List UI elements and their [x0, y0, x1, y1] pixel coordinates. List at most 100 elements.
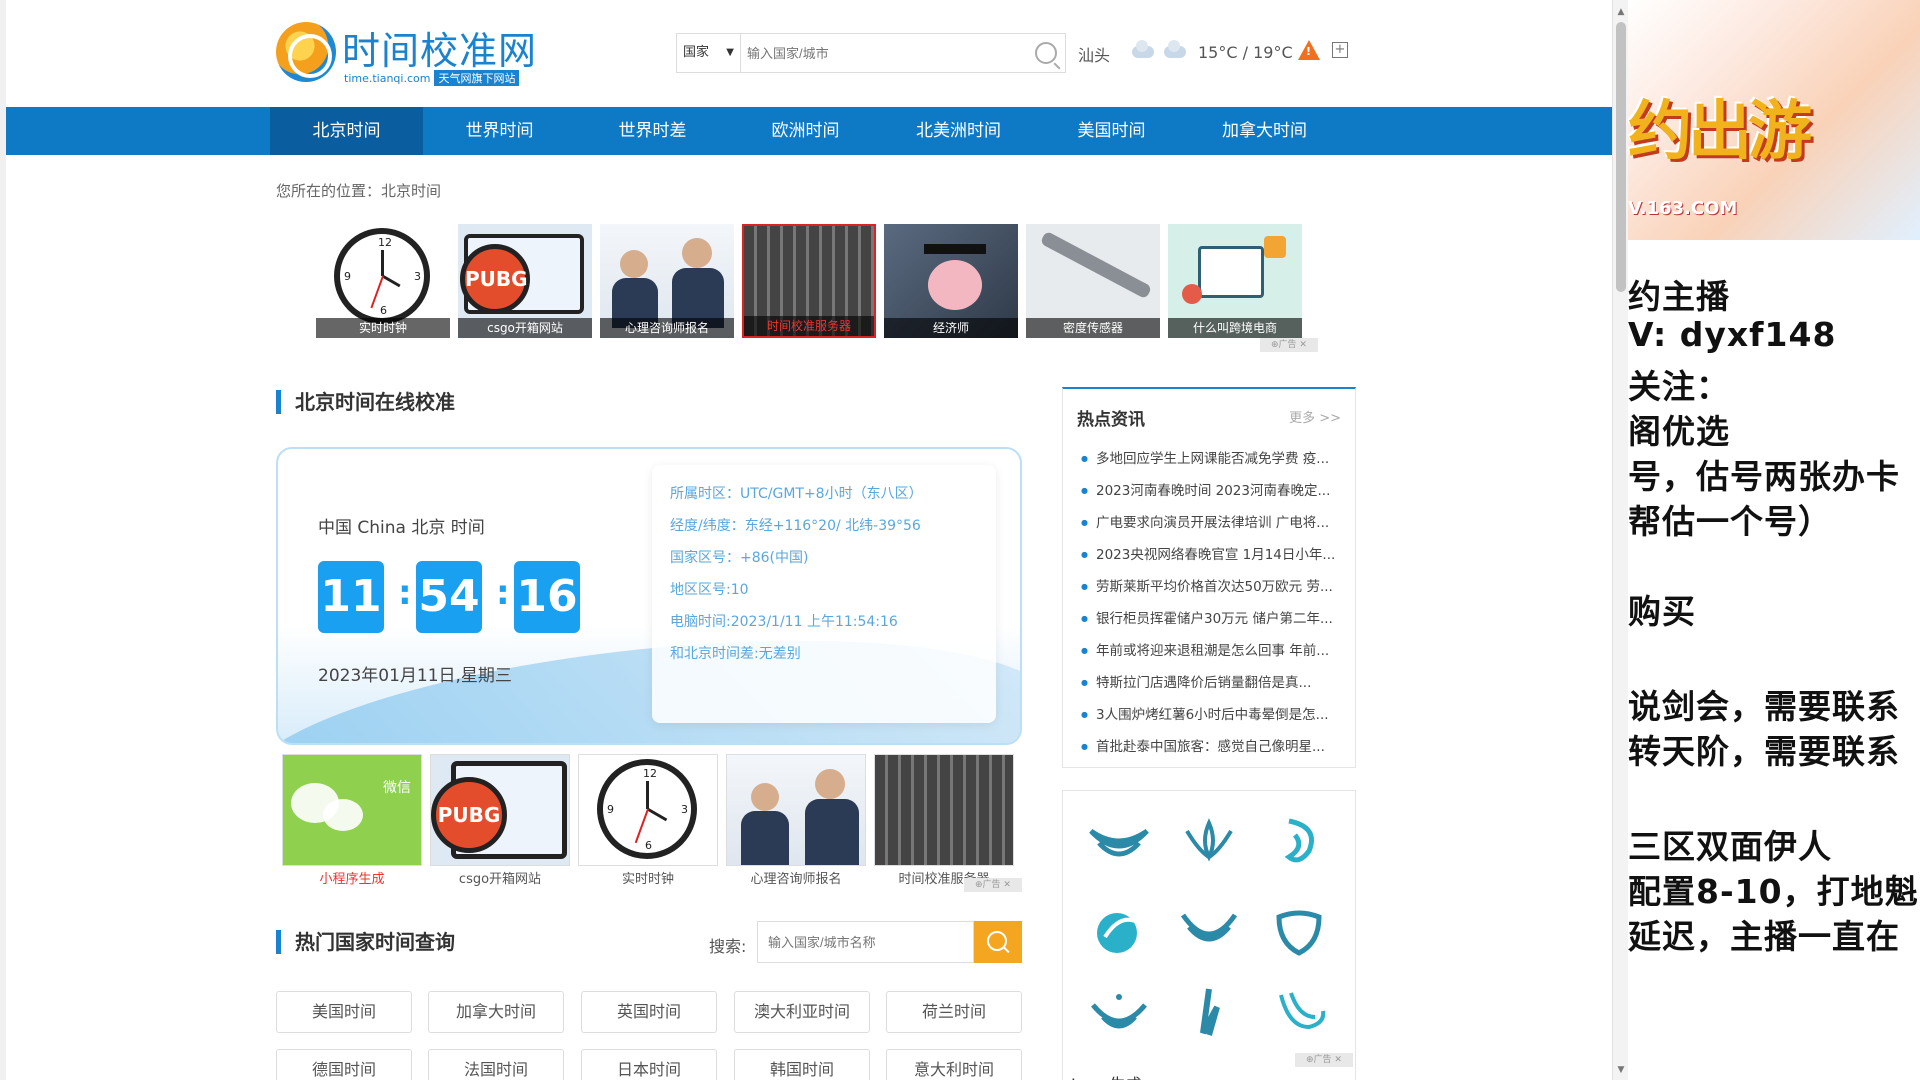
add-icon[interactable]: + — [1332, 42, 1348, 58]
game-banner[interactable]: 约出游 V.163.COM — [1628, 0, 1920, 240]
search-button[interactable] — [974, 921, 1022, 963]
thumb-server[interactable]: 时间校准服务器 — [742, 224, 876, 338]
thumb-caption[interactable]: csgo开箱网站 — [430, 868, 570, 887]
cloud-icon — [1164, 40, 1186, 58]
thumb-sensor[interactable]: 密度传感器 — [1026, 224, 1160, 338]
news-item[interactable]: 2023河南春晚时间 2023河南春晚定... — [1081, 479, 1343, 499]
stream-text-line: 配置8-10，打地魁 — [1628, 872, 1919, 911]
nav-item-canada[interactable]: 加拿大时间 — [1188, 107, 1341, 155]
news-item[interactable]: 多地回应学生上网课能否减免学费 疫... — [1081, 447, 1343, 467]
wing-logo-icon — [1089, 828, 1149, 857]
nav-item-world[interactable]: 世界时间 — [423, 107, 576, 155]
graduation-cap-icon — [924, 244, 986, 254]
section-title-countries: 热门国家时间查询 — [276, 930, 455, 954]
scroll-up-arrow-icon[interactable]: ▲ — [1613, 4, 1629, 20]
country-netherlands[interactable]: 荷兰时间 — [886, 991, 1022, 1033]
main-nav: 北京时间 世界时间 世界时差 欧洲时间 北美洲时间 美国时间 加拿大时间 — [6, 107, 1612, 155]
country-select-value: 国家 — [683, 45, 710, 60]
thumb-counselor-2[interactable] — [726, 754, 866, 866]
timezone-info-panel: 所属时区：UTC/GMT+8小时（东八区） 经度/纬度：东经+116°20/ 北… — [652, 465, 996, 723]
flame-logo-icon — [1279, 992, 1326, 1030]
thumb-ecommerce[interactable]: 什么叫跨境电商 — [1168, 224, 1302, 338]
country-australia[interactable]: 澳大利亚时间 — [734, 991, 870, 1033]
thumb-clock[interactable]: 12 3 6 9 实时时钟 — [316, 224, 450, 338]
info-time-difference: 和北京时间差:无差别 — [670, 646, 801, 662]
logo-title: 时间校准网 — [342, 29, 538, 73]
thumb-clock-2[interactable]: 12 3 6 9 — [578, 754, 718, 866]
news-item[interactable]: 广电要求向演员开展法律培训 广电将... — [1081, 511, 1343, 531]
scroll-down-arrow-icon[interactable]: ▼ — [1613, 1062, 1629, 1078]
stream-text-line: 约主播 — [1628, 277, 1730, 316]
thumb-caption[interactable]: 心理咨询师报名 — [726, 868, 866, 887]
thumb-miniprogram[interactable]: 微信 — [282, 754, 422, 866]
news-item[interactable]: 2023央视网络春晚官宣 1月14日小年... — [1081, 543, 1343, 563]
info-timezone: 所属时区：UTC/GMT+8小时（东八区） — [670, 486, 923, 502]
country-search-input[interactable] — [757, 921, 974, 963]
chevron-down-icon: ▼ — [726, 47, 734, 58]
country-germany[interactable]: 德国时间 — [276, 1049, 412, 1080]
news-item[interactable]: 特斯拉门店遇降价后销量翻倍是真... — [1081, 671, 1343, 691]
clock-icon: 12 3 6 9 — [597, 759, 697, 859]
country-france[interactable]: 法国时间 — [428, 1049, 564, 1080]
thumb-server-2[interactable] — [874, 754, 1014, 866]
beijing-clock-card: 中国 China 北京 时间 11 : 54 : 16 2023年01月11日,… — [276, 447, 1022, 745]
thumb-csgo-2[interactable]: PUBG — [430, 754, 570, 866]
wings-logo-icon — [1180, 913, 1238, 942]
thumb-csgo[interactable]: PUBG csgo开箱网站 — [458, 224, 592, 338]
news-item[interactable]: 银行柜员挥霍储户30万元 储户第二年... — [1081, 607, 1343, 627]
stream-text-line: 延迟，主播一直在 — [1628, 917, 1900, 956]
news-item[interactable]: 首批赴泰中国旅客：感觉自己像明星... — [1081, 735, 1343, 755]
thumb-caption: 经济师 — [884, 318, 1018, 338]
thumb-caption[interactable]: 实时时钟 — [578, 868, 718, 887]
stream-text-line: V: dyxf148 — [1628, 315, 1837, 354]
country-uk[interactable]: 英国时间 — [581, 991, 717, 1033]
ad-close-mark[interactable]: ⊕广告 ✕ — [1295, 1053, 1353, 1067]
logo-generator-ad[interactable]: ⊕广告 ✕ Logo生成 — [1062, 790, 1356, 1080]
search-input[interactable] — [747, 34, 1017, 72]
thumb-economist[interactable]: 经济师 — [884, 224, 1018, 338]
thumb-caption[interactable]: 小程序生成 — [282, 868, 422, 887]
search-icon[interactable] — [1035, 42, 1057, 64]
news-item[interactable]: 劳斯莱斯平均价格首次达50万欧元 劳... — [1081, 575, 1343, 595]
warning-icon[interactable]: ! — [1298, 40, 1320, 60]
nav-item-usa[interactable]: 美国时间 — [1035, 107, 1188, 155]
nav-item-europe[interactable]: 欧洲时间 — [729, 107, 882, 155]
thumb-caption: csgo开箱网站 — [458, 318, 592, 338]
leaf-logo-icon — [1200, 988, 1220, 1036]
scroll-thumb[interactable] — [1616, 22, 1626, 292]
news-item[interactable]: 年前或将迎来退租潮是怎么回事 年前... — [1081, 639, 1343, 659]
thumb-counselor[interactable]: 心理咨询师报名 — [600, 224, 734, 338]
country-canada[interactable]: 加拿大时间 — [428, 991, 564, 1033]
swirl-logo-icon — [1284, 818, 1314, 863]
clock-seconds: 16 — [514, 561, 580, 633]
page-scrollbar[interactable]: ▲ ▼ — [1612, 0, 1628, 1080]
piggy-bank-icon — [928, 260, 982, 310]
news-item[interactable]: 3人围炉烤红薯6小时后中毒晕倒是怎... — [1081, 703, 1343, 723]
country-korea[interactable]: 韩国时间 — [734, 1049, 870, 1080]
sensor-icon — [1039, 230, 1153, 300]
ad-close-mark[interactable]: ⊕广告 ✕ — [1260, 338, 1318, 352]
news-more-link[interactable]: 更多 >> — [1289, 407, 1341, 426]
wechat-label: 微信 — [383, 780, 411, 796]
country-italy[interactable]: 意大利时间 — [886, 1049, 1022, 1080]
logo-badge: 天气网旗下网站 — [434, 70, 520, 86]
search-label: 搜索: — [709, 937, 747, 956]
person-icon — [815, 769, 845, 799]
cloud-icon — [1132, 40, 1154, 58]
ad-close-mark[interactable]: ⊕广告 ✕ — [964, 878, 1022, 892]
nav-item-beijing[interactable]: 北京时间 — [270, 107, 423, 155]
laptop-icon — [1198, 246, 1264, 298]
country-select[interactable]: 国家 ▼ — [677, 34, 741, 72]
weather-city[interactable]: 汕头 — [1078, 42, 1110, 66]
country-japan[interactable]: 日本时间 — [581, 1049, 717, 1080]
country-usa[interactable]: 美国时间 — [276, 991, 412, 1033]
side-stream-ad[interactable]: 约出游 V.163.COM 约主播 V: dyxf148 关注： 阁优选 号，估… — [1628, 0, 1920, 1080]
stream-text-line: 关注： — [1628, 367, 1730, 406]
clock-logo-icon — [276, 22, 336, 82]
nav-item-north-america[interactable]: 北美洲时间 — [882, 107, 1035, 155]
section-title-clock: 北京时间在线校准 — [276, 390, 455, 414]
site-logo[interactable]: 时间校准网 time.tianqi.com 天气网旗下网站 — [276, 18, 546, 88]
nav-item-timediff[interactable]: 世界时差 — [576, 107, 729, 155]
clock-minutes: 54 — [416, 561, 482, 633]
page: 时间校准网 time.tianqi.com天气网旗下网站 国家 ▼ 汕头 15°C… — [0, 0, 1612, 1080]
